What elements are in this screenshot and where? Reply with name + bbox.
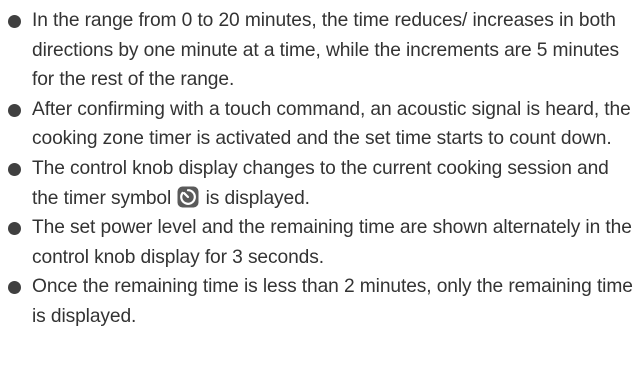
bullet-dot [8, 15, 21, 28]
bullet-item-confirm-touch: After confirming with a touch command, a… [0, 95, 633, 154]
bullet-text: In the range from 0 to 20 minutes, the t… [32, 10, 620, 91]
bullet-dot [8, 222, 21, 236]
bullet-text: The set power level and the remaining ti… [32, 217, 632, 268]
bullet-text: After confirming with a touch command, a… [32, 98, 631, 150]
bullet-dot [8, 103, 21, 117]
bullet-item-remaining-time: Once the remaining time is less than 2 m… [0, 272, 633, 331]
bullet-text-after-icon: is displayed. [205, 187, 310, 209]
bullet-dot [8, 162, 21, 176]
bullet-text: Once the remaining time is less than 2 m… [32, 276, 633, 327]
bullet-dot [8, 281, 21, 295]
bullet-item-timer-symbol: The control knob display changes to the … [0, 154, 633, 213]
bullet-item-alternating-display: The set power level and the remaining ti… [0, 213, 633, 272]
bullet-text-before-icon: The control knob display changes to the … [32, 157, 609, 209]
timer-icon [177, 186, 199, 208]
instruction-bullet-list: In the range from 0 to 20 minutes, the t… [0, 6, 633, 332]
bullet-item-range-increments: In the range from 0 to 20 minutes, the t… [0, 6, 633, 95]
